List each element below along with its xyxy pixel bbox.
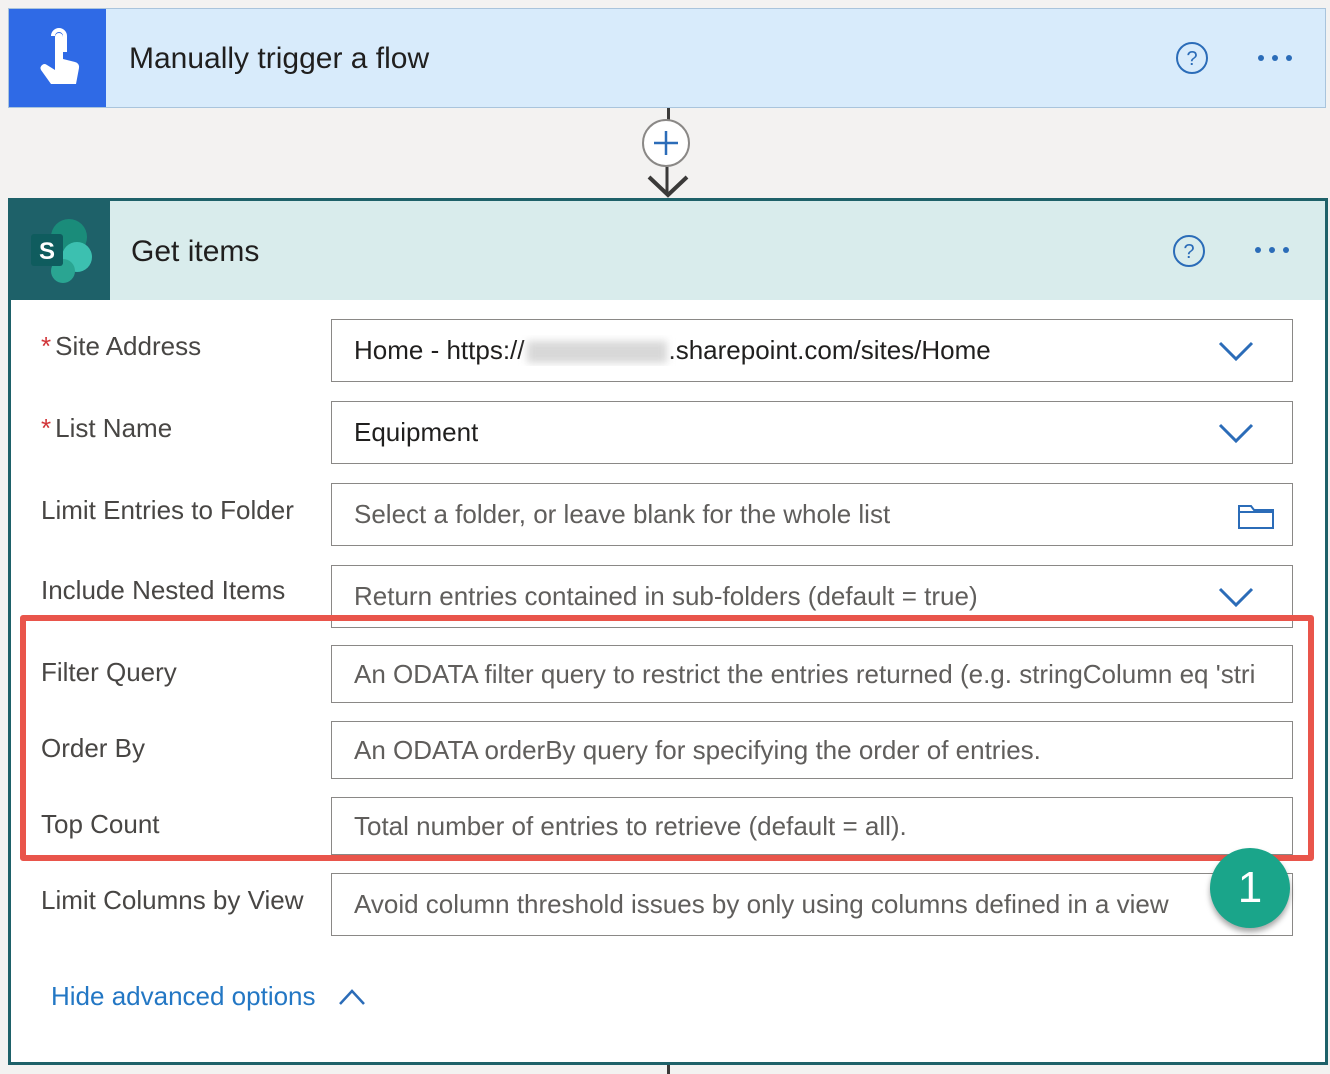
required-marker: *	[41, 331, 52, 361]
connector-line-bottom	[667, 1065, 670, 1074]
site-address-dropdown[interactable]: Home - https:// .sharepoint.com/sites/Hom…	[331, 319, 1293, 382]
annotation-badge: 1	[1210, 848, 1290, 928]
site-address-value: Home - https:// .sharepoint.com/sites/Hom…	[354, 335, 991, 366]
chevron-up-icon	[338, 988, 365, 1005]
chevron-down-icon[interactable]	[1218, 340, 1254, 362]
limit-folder-placeholder: Select a folder, or leave blank for the …	[354, 499, 891, 529]
site-address-label-text: Site Address	[55, 331, 202, 361]
nested-items-placeholder: Return entries contained in sub-folders …	[354, 581, 978, 611]
sharepoint-icon: S	[31, 219, 92, 283]
arrow-down-icon	[647, 167, 689, 198]
hide-advanced-options-link[interactable]: Hide advanced options	[51, 981, 366, 1012]
redacted-tenant	[526, 341, 667, 364]
hand-touch-icon	[40, 28, 79, 84]
limit-columns-placeholder: Avoid column threshold issues by only us…	[354, 889, 1169, 919]
site-address-prefix: Home - https://	[354, 335, 525, 365]
list-name-label-text: List Name	[55, 413, 173, 443]
list-name-label: * List Name	[41, 413, 172, 444]
nested-items-label: Include Nested Items	[41, 575, 286, 605]
site-address-suffix: .sharepoint.com/sites/Home	[668, 335, 991, 365]
required-marker: *	[41, 413, 52, 443]
hide-advanced-label: Hide advanced options	[51, 981, 316, 1011]
trigger-icon-box	[9, 9, 106, 107]
svg-text:?: ?	[1183, 241, 1194, 263]
svg-text:?: ?	[1186, 48, 1197, 70]
help-icon[interactable]: ?	[1175, 41, 1209, 75]
more-options-icon[interactable]	[1258, 55, 1292, 61]
add-step-button[interactable]	[642, 119, 690, 167]
trigger-title: Manually trigger a flow	[129, 42, 430, 75]
action-header[interactable]: S Get items ?	[11, 201, 1325, 300]
chevron-down-icon[interactable]	[1218, 422, 1254, 444]
sharepoint-letter: S	[39, 238, 55, 265]
limit-folder-label: Limit Entries to Folder	[41, 495, 294, 525]
chevron-down-icon[interactable]	[1218, 586, 1254, 608]
trigger-card[interactable]: Manually trigger a flow ?	[8, 8, 1326, 108]
folder-icon[interactable]	[1238, 501, 1274, 529]
plus-icon	[654, 131, 678, 155]
list-name-value: Equipment	[354, 417, 479, 447]
site-address-label: * Site Address	[41, 331, 201, 362]
sharepoint-icon-box: S	[11, 201, 110, 300]
action-title: Get items	[131, 235, 260, 268]
limit-columns-label: Limit Columns by View	[41, 885, 304, 915]
more-options-icon[interactable]	[1255, 247, 1289, 253]
help-icon[interactable]: ?	[1172, 234, 1206, 268]
list-name-dropdown[interactable]: Equipment	[331, 401, 1293, 464]
limit-columns-dropdown[interactable]: Avoid column threshold issues by only us…	[331, 873, 1293, 936]
highlight-box	[20, 615, 1314, 861]
limit-folder-input[interactable]: Select a folder, or leave blank for the …	[331, 483, 1293, 546]
